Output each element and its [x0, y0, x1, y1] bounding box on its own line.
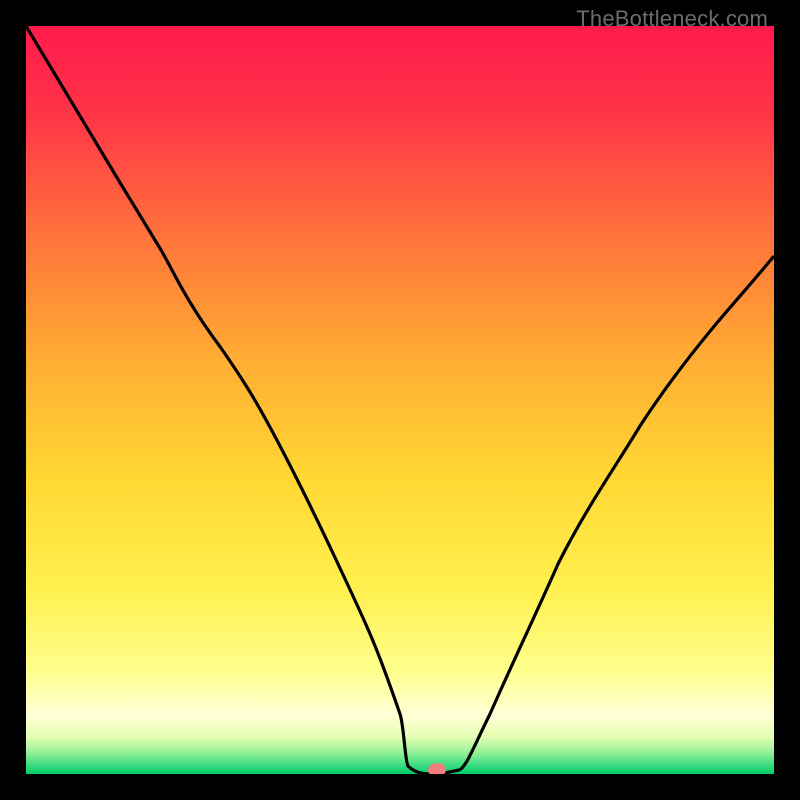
watermark-text: TheBottleneck.com — [576, 6, 768, 32]
gradient-background — [26, 26, 774, 774]
bottleneck-chart — [26, 26, 774, 774]
